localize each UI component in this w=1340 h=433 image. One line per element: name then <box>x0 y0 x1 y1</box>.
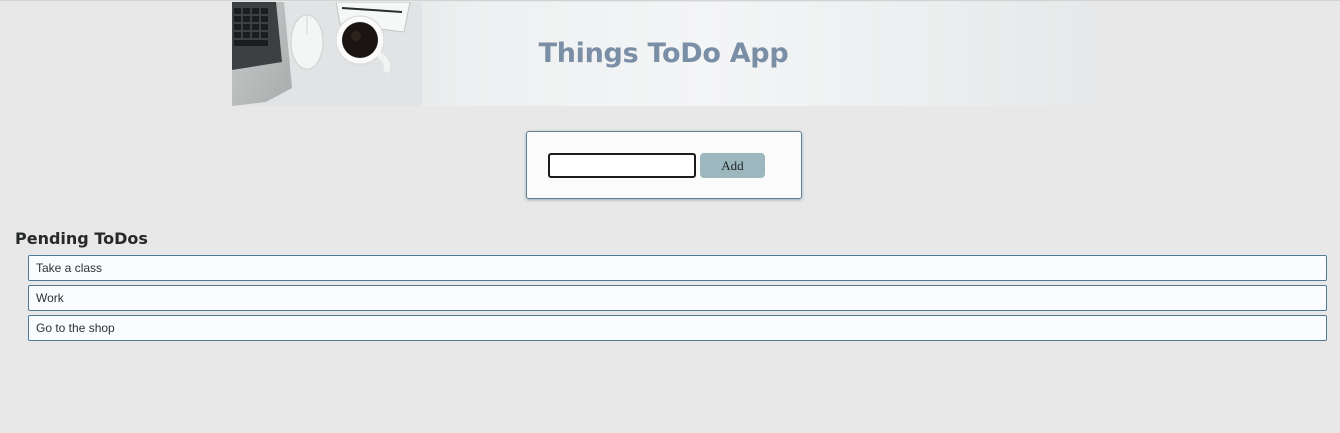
app-page: Things ToDo App Add Pending ToDos Take a… <box>0 0 1340 433</box>
todo-item[interactable]: Take a class <box>28 255 1327 281</box>
pending-todo-list: Take a class Work Go to the shop <box>28 255 1327 345</box>
new-todo-input[interactable] <box>548 153 696 178</box>
add-todo-form: Add <box>526 131 802 199</box>
pending-todos-heading: Pending ToDos <box>15 229 148 248</box>
header-banner: Things ToDo App <box>232 2 1095 106</box>
add-button[interactable]: Add <box>700 153 765 178</box>
app-title: Things ToDo App <box>538 38 789 69</box>
todo-item[interactable]: Work <box>28 285 1327 311</box>
todo-item[interactable]: Go to the shop <box>28 315 1327 341</box>
